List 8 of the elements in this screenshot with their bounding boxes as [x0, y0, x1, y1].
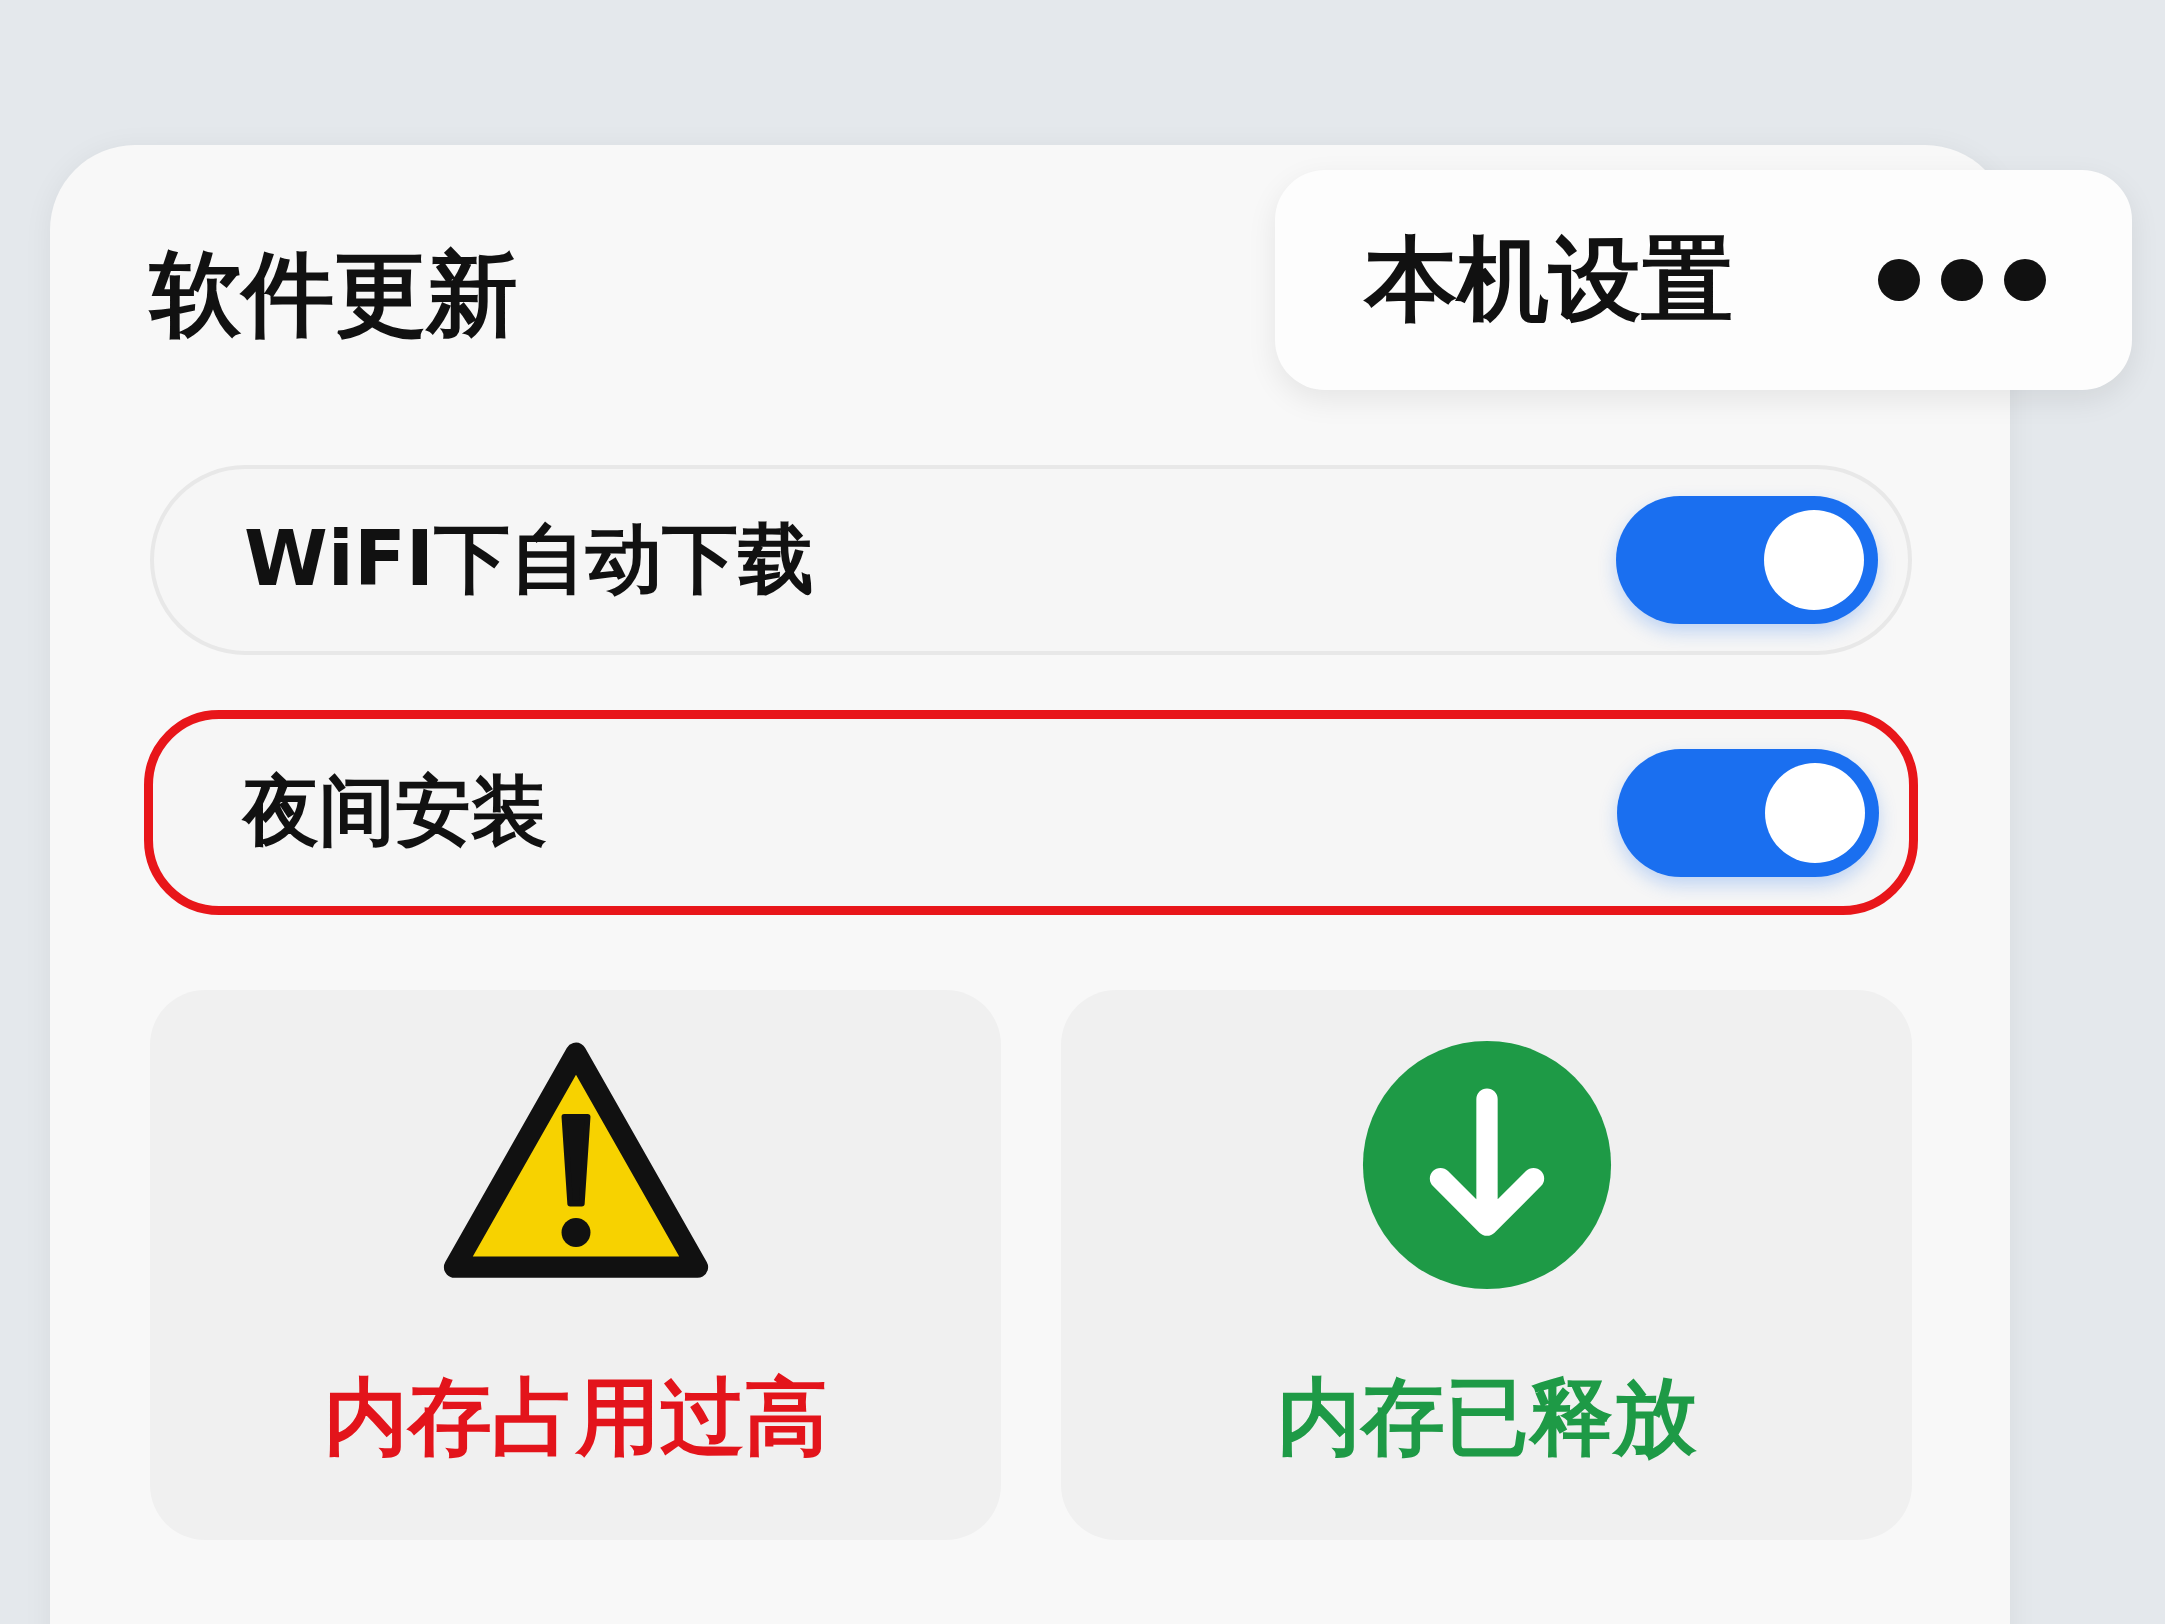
- status-label: 内存占用过高: [323, 1367, 828, 1468]
- toggle-switch[interactable]: [1616, 496, 1878, 624]
- status-label: 内存已释放: [1276, 1367, 1697, 1468]
- toggle-switch[interactable]: [1617, 748, 1879, 877]
- section-title: 软件更新: [150, 241, 518, 348]
- setting-label: WiFI下自动下载: [244, 512, 815, 605]
- popup-title: 本机设置: [1365, 225, 1733, 335]
- setting-label: 夜间安装: [243, 765, 547, 857]
